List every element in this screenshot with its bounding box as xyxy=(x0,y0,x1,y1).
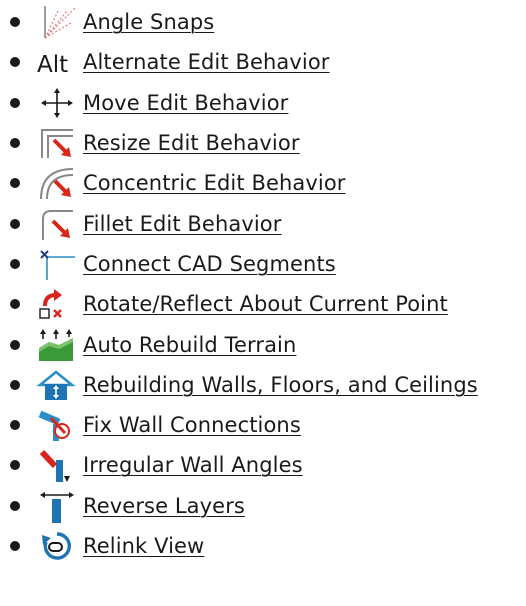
resize-edit-icon xyxy=(37,126,77,160)
bullet-dot xyxy=(10,500,20,511)
bullet-dot xyxy=(10,460,20,471)
terrain-icon xyxy=(37,328,77,362)
link-rebuilding-walls[interactable]: Rebuilding Walls, Floors, and Ceilings xyxy=(83,373,478,397)
list-item: Connect CAD Segments xyxy=(0,244,526,284)
angle-snaps-icon xyxy=(37,5,77,39)
list-item: Auto Rebuild Terrain xyxy=(0,324,526,364)
move-arrows-icon xyxy=(37,86,77,120)
link-concentric-edit-behavior[interactable]: Concentric Edit Behavior xyxy=(83,171,346,195)
house-rebuild-icon xyxy=(37,368,77,402)
relink-view-icon xyxy=(37,529,77,563)
link-angle-snaps[interactable]: Angle Snaps xyxy=(83,10,214,34)
list-item: Irregular Wall Angles xyxy=(0,445,526,485)
bullet-dot xyxy=(10,218,20,229)
list-item: Reverse Layers xyxy=(0,486,526,526)
list-item: Resize Edit Behavior xyxy=(0,123,526,163)
list-item: Rotate/Reflect About Current Point xyxy=(0,284,526,324)
fillet-edit-icon xyxy=(37,207,77,241)
link-fix-wall-connections[interactable]: Fix Wall Connections xyxy=(83,413,301,437)
bullet-dot xyxy=(10,379,20,390)
bullet-dot xyxy=(10,258,20,269)
bullet-dot xyxy=(10,541,20,551)
list-item: Move Edit Behavior xyxy=(0,83,526,123)
bullet-dot xyxy=(10,138,20,149)
concentric-edit-icon xyxy=(37,166,77,200)
help-link-list: Angle Snaps Alt Alternate Edit Behavior … xyxy=(0,2,526,566)
bullet-dot xyxy=(10,97,20,108)
bullet-dot xyxy=(10,420,20,431)
list-item: Angle Snaps xyxy=(0,2,526,42)
rotate-reflect-icon xyxy=(37,287,77,321)
list-item: Alt Alternate Edit Behavior xyxy=(0,42,526,82)
link-alternate-edit-behavior[interactable]: Alternate Edit Behavior xyxy=(83,50,330,74)
link-auto-rebuild-terrain[interactable]: Auto Rebuild Terrain xyxy=(83,333,296,357)
bullet-dot xyxy=(10,299,20,310)
reverse-layers-icon xyxy=(37,489,77,523)
link-connect-cad-segments[interactable]: Connect CAD Segments xyxy=(83,252,336,276)
connect-cad-icon xyxy=(37,247,77,281)
list-item: Fix Wall Connections xyxy=(0,405,526,445)
fix-wall-icon xyxy=(37,408,77,442)
bullet-dot xyxy=(10,178,20,189)
link-fillet-edit-behavior[interactable]: Fillet Edit Behavior xyxy=(83,212,281,236)
link-reverse-layers[interactable]: Reverse Layers xyxy=(83,494,245,518)
irregular-wall-icon xyxy=(37,448,77,483)
list-item: Rebuilding Walls, Floors, and Ceilings xyxy=(0,365,526,405)
list-item: Relink View xyxy=(0,526,526,566)
link-relink-view[interactable]: Relink View xyxy=(83,534,204,558)
link-rotate-reflect[interactable]: Rotate/Reflect About Current Point xyxy=(83,292,448,316)
bullet-dot xyxy=(10,339,20,350)
svg-text:Alt: Alt xyxy=(37,52,68,78)
link-resize-edit-behavior[interactable]: Resize Edit Behavior xyxy=(83,131,300,155)
bullet-dot xyxy=(10,57,20,68)
alternate-edit-icon: Alt xyxy=(37,45,77,79)
list-item: Fillet Edit Behavior xyxy=(0,203,526,243)
bullet-dot xyxy=(10,17,20,28)
list-item: Concentric Edit Behavior xyxy=(0,163,526,203)
link-irregular-wall-angles[interactable]: Irregular Wall Angles xyxy=(83,453,303,477)
link-move-edit-behavior[interactable]: Move Edit Behavior xyxy=(83,91,288,115)
